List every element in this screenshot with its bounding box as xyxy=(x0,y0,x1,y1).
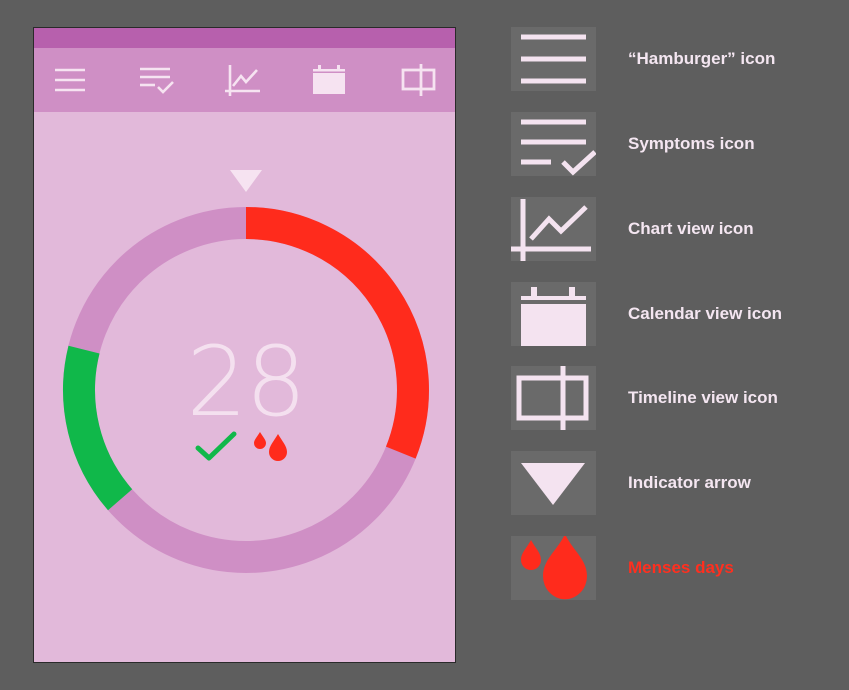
legend-icon-box xyxy=(511,27,596,91)
indicator-arrow-icon xyxy=(521,463,585,505)
calendar-view-icon[interactable] xyxy=(311,62,347,98)
legend-icon-box xyxy=(511,197,596,261)
legend-item-chart-view: Chart view icon xyxy=(511,197,841,261)
menses-drop-large-icon xyxy=(269,434,287,461)
legend-item-menses-days: Menses days xyxy=(511,536,841,600)
legend-label: “Hamburger” icon xyxy=(628,49,776,68)
legend-item-calendar-view: Calendar view icon xyxy=(511,282,841,346)
chart-view-icon xyxy=(511,199,591,261)
legend-label: Timeline view icon xyxy=(628,388,778,407)
menses-drop-small-icon xyxy=(254,432,266,449)
symptoms-icon xyxy=(521,119,596,176)
legend-icon-box xyxy=(511,536,596,600)
legend-label: Chart view icon xyxy=(628,219,754,238)
phone-screen: 28 xyxy=(33,27,456,663)
legend-item-timeline-view: Timeline view icon xyxy=(511,366,841,430)
hamburger-icon xyxy=(521,34,586,84)
check-icon xyxy=(195,431,237,461)
legend-label: Indicator arrow xyxy=(628,473,751,492)
legend-icon-box xyxy=(511,451,596,515)
legend-label: Symptoms icon xyxy=(628,134,755,153)
indicator-arrow-icon xyxy=(230,170,262,192)
cycle-day-number: 28 xyxy=(186,326,306,438)
legend-icon-box xyxy=(511,366,596,430)
chart-view-icon[interactable] xyxy=(224,62,260,98)
legend-item-indicator-arrow: Indicator arrow xyxy=(511,451,841,515)
timeline-view-icon xyxy=(516,366,589,430)
cycle-ring-fertile-segment xyxy=(63,345,133,511)
timeline-view-icon[interactable] xyxy=(401,62,437,98)
legend-icon-box xyxy=(511,282,596,346)
legend-icon-box xyxy=(511,112,596,176)
symptoms-icon[interactable] xyxy=(138,62,174,98)
status-bar xyxy=(34,28,455,48)
hamburger-icon[interactable] xyxy=(52,62,88,98)
legend-item-symptoms: Symptoms icon xyxy=(511,112,841,176)
legend-item-hamburger: “Hamburger” icon xyxy=(511,27,841,91)
day-status-icons xyxy=(194,426,304,466)
legend-label: Menses days xyxy=(628,558,734,577)
toolbar xyxy=(34,48,455,112)
legend-label: Calendar view icon xyxy=(628,304,782,323)
calendar-view-icon xyxy=(521,287,586,346)
cycle-ring-area: 28 xyxy=(34,112,455,662)
menses-drops-icon xyxy=(521,536,587,600)
